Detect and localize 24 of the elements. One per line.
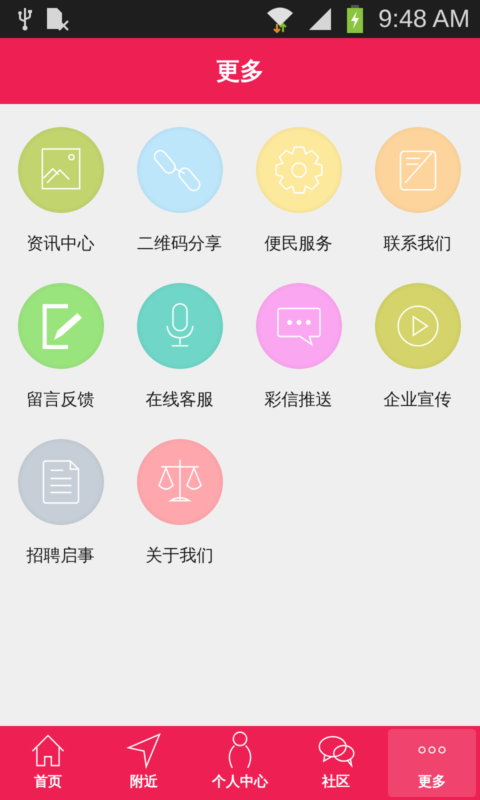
nav-tab[interactable]: 社区 bbox=[292, 729, 380, 797]
menu-item[interactable]: 联系我们 bbox=[358, 127, 477, 257]
more-icon bbox=[418, 746, 446, 754]
navigation-arrow-icon bbox=[124, 730, 164, 770]
nav-tab[interactable]: 附近 bbox=[100, 729, 188, 797]
battery-icon bbox=[346, 5, 364, 33]
usb-icon bbox=[18, 7, 32, 31]
signal-icon bbox=[308, 7, 332, 31]
menu-item[interactable]: 招聘启事 bbox=[1, 439, 120, 569]
menu-item[interactable]: 在线客服 bbox=[120, 283, 239, 413]
no-sim-icon bbox=[46, 7, 70, 31]
menu-item[interactable]: 二维码分享 bbox=[120, 127, 239, 257]
nav-tab[interactable]: 首页 bbox=[4, 729, 92, 797]
menu-item[interactable]: 关于我们 bbox=[120, 439, 239, 569]
menu-item[interactable]: 便民服务 bbox=[239, 127, 358, 257]
menu-item[interactable]: 留言反馈 bbox=[1, 283, 120, 413]
menu-item[interactable]: 彩信推送 bbox=[239, 283, 358, 413]
wifi-icon bbox=[266, 5, 294, 33]
clock-time: 9:48 AM bbox=[378, 4, 470, 34]
nav-tab[interactable]: 个人中心 bbox=[196, 729, 284, 797]
menu-item[interactable]: 资讯中心 bbox=[1, 127, 120, 257]
nav-tab[interactable]: 更多 bbox=[388, 729, 476, 797]
menu-item[interactable]: 企业宣传 bbox=[358, 283, 477, 413]
page-title: 更多 bbox=[216, 56, 264, 87]
